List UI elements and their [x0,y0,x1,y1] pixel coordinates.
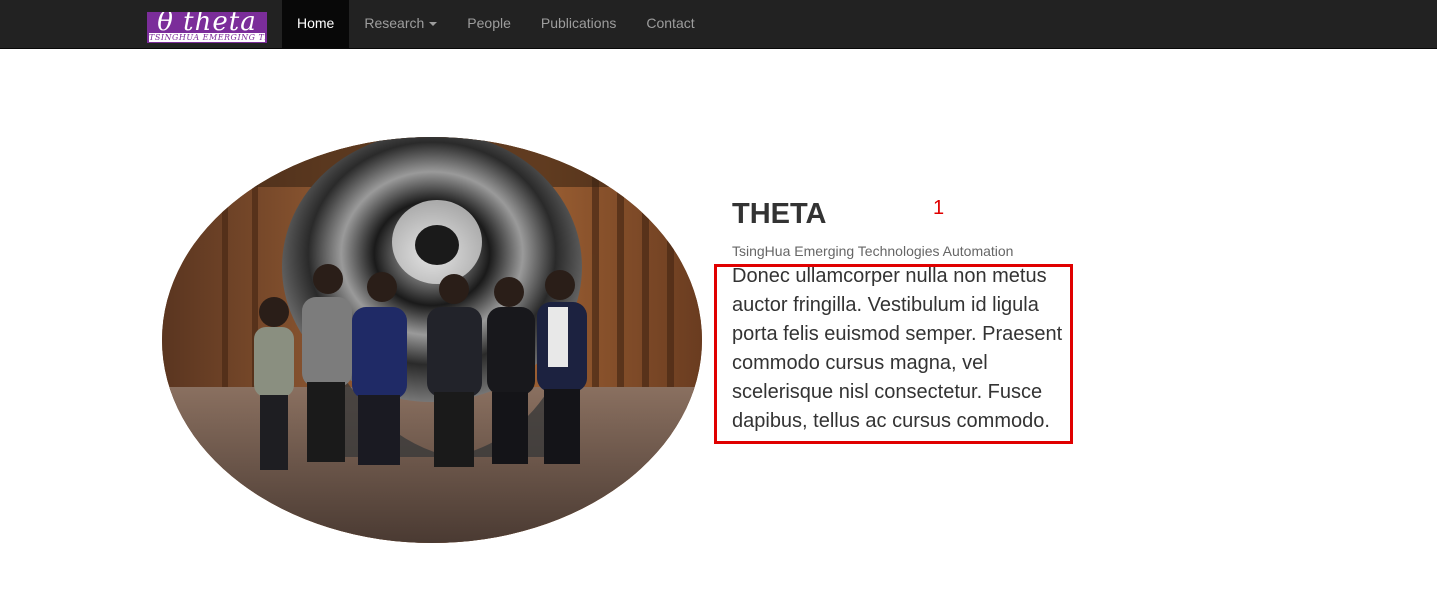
chevron-down-icon [429,22,438,27]
page-title: THETA [732,198,827,230]
nav-item-research[interactable]: Research [349,0,452,48]
group-photo [162,137,702,543]
brand-logo-subtext: TSINGHUA EMERGING TECH [149,33,267,42]
main-nav: Home Research People Publications Contac… [282,0,710,48]
top-navbar: θ theta TSINGHUA EMERGING TECH Home Rese… [0,0,1437,49]
annotation-marker: 1 [933,197,945,219]
intro-paragraph: Donec ullamcorper nulla non metus auctor… [732,265,1063,432]
nav-item-contact[interactable]: Contact [631,0,709,48]
nav-item-people[interactable]: People [452,0,526,48]
nav-item-home[interactable]: Home [282,0,350,48]
page-subtitle: TsingHua Emerging Technologies Automatio… [732,243,1014,259]
nav-item-publications[interactable]: Publications [526,0,632,48]
brand-logo[interactable]: θ theta TSINGHUA EMERGING TECH [147,12,267,43]
